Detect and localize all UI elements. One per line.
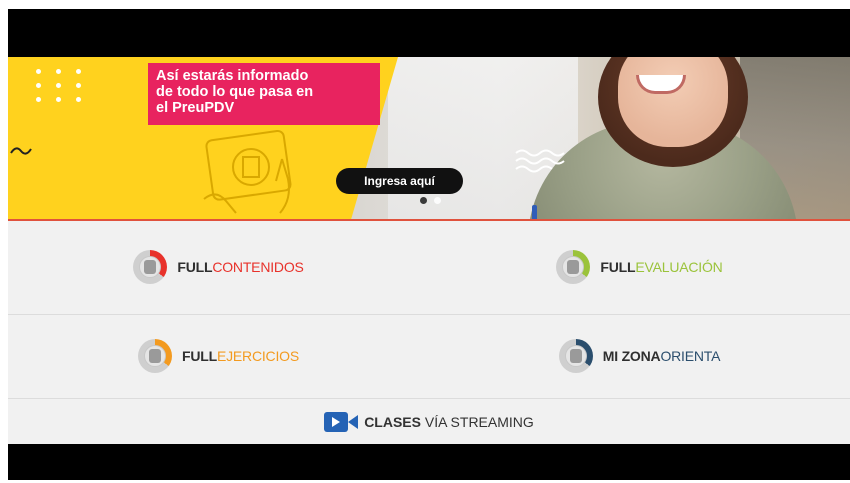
promo-banner[interactable]: Así estarás informado de todo lo que pas… [8, 57, 850, 219]
carousel-dot-1[interactable] [420, 197, 427, 204]
menu-full-evaluacion[interactable]: FULLEVALUACIÓN [429, 226, 850, 308]
menu-label: CLASES VÍA STREAMING [364, 413, 534, 430]
full-evaluacion-icon [556, 250, 591, 284]
full-contenidos-icon [133, 250, 168, 284]
full-ejercicios-icon [138, 339, 172, 373]
ingresa-aqui-button[interactable]: Ingresa aquí [336, 168, 463, 194]
tablet-illustration-icon [203, 129, 292, 214]
video-frame: Así estarás informado de todo lo que pas… [8, 9, 850, 480]
headline-line: de todo lo que pasa en [156, 84, 314, 100]
menu-label: FULLCONTENIDOS [177, 259, 304, 275]
wave-lines-icon [515, 149, 565, 173]
carousel-indicators [420, 197, 450, 205]
squiggle-icon [10, 147, 32, 155]
menu-grid: FULLCONTENIDOS FULLEVALUACIÓN FULLEJERCI… [8, 221, 850, 444]
headline-line: el PreuPDV [156, 100, 235, 116]
mi-zona-orienta-icon [558, 339, 593, 373]
menu-label: FULLEVALUACIÓN [600, 259, 723, 275]
student-face [618, 57, 728, 147]
menu-mi-zona-orienta[interactable]: MI ZONAORIENTA [429, 315, 850, 397]
menu-label: FULLEJERCICIOS [182, 348, 299, 364]
headline-line: Así estarás informado [156, 68, 309, 84]
video-camera-icon [324, 411, 359, 432]
carousel-dot-2[interactable] [434, 197, 441, 204]
menu-full-contenidos[interactable]: FULLCONTENIDOS [8, 226, 429, 308]
decorative-dots-icon [36, 69, 96, 119]
menu-clases-via-streaming[interactable]: CLASES VÍA STREAMING [8, 399, 850, 444]
menu-full-ejercicios[interactable]: FULLEJERCICIOS [8, 315, 429, 397]
banner-headline: Así estarás informado de todo lo que pas… [148, 63, 380, 125]
menu-label: MI ZONAORIENTA [602, 348, 721, 364]
pen-icon [532, 205, 537, 219]
